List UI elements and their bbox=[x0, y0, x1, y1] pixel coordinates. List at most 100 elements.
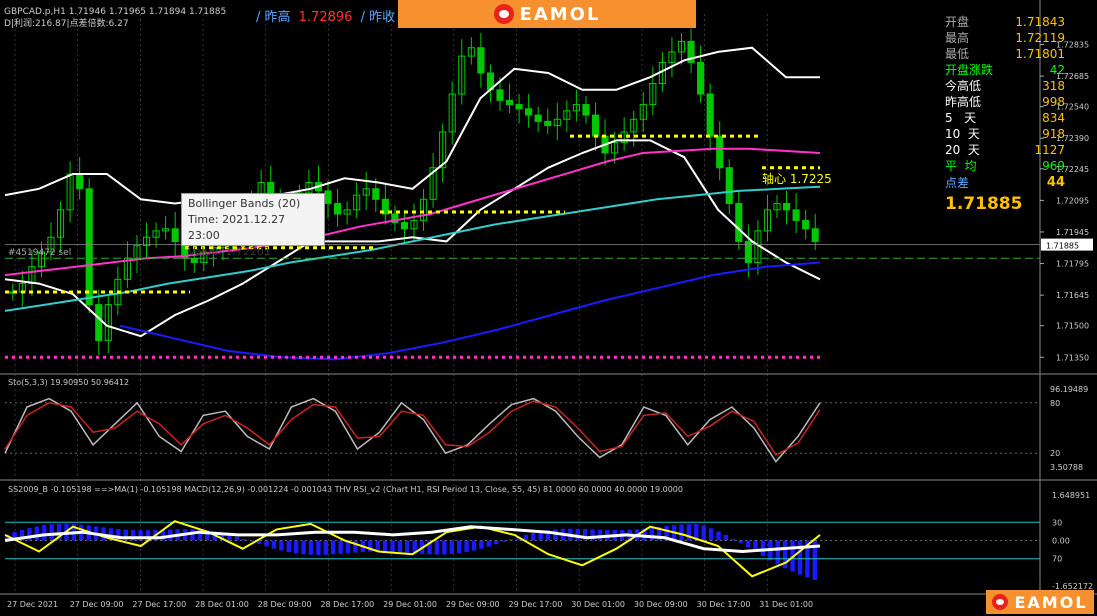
stats-panel: 开盘 1.71843 最高 1.72119 最低 1.71801 开盘涨跌 42 今高低… bbox=[945, 14, 1065, 216]
macd-histogram-bar bbox=[760, 540, 766, 557]
indicator-tick-label: 1.648951 bbox=[1052, 491, 1090, 500]
prev-high-label: / 昨高 bbox=[256, 10, 291, 25]
macd-histogram-bar bbox=[286, 540, 291, 553]
stat-label: 平 均 bbox=[945, 159, 977, 173]
stat-value: 1.71843 bbox=[1015, 15, 1065, 29]
time-tick-label: 30 Dec 01:00 bbox=[571, 600, 625, 609]
time-tick-label: 30 Dec 17:00 bbox=[697, 600, 751, 609]
macd-histogram-bar bbox=[479, 540, 484, 549]
macd-histogram-bar bbox=[271, 540, 277, 549]
candle-body bbox=[372, 188, 380, 200]
profit-line: D|利润:216.87|点差倍数:6.27 bbox=[4, 19, 129, 29]
stat-value: 42 bbox=[1049, 63, 1065, 77]
candle-body bbox=[697, 61, 705, 95]
chart-window: { "header": { "symbol_line": "GBPCAD.p,H… bbox=[0, 0, 1097, 616]
candle-body bbox=[792, 209, 800, 221]
stat-row-open: 开盘 1.71843 bbox=[945, 14, 1065, 30]
time-tick-label: 28 Dec 17:00 bbox=[320, 600, 374, 609]
bollinger-tooltip: Bollinger Bands (20) Time: 2021.12.27 23… bbox=[181, 193, 325, 258]
macd-histogram-bar bbox=[775, 540, 780, 565]
stat-row-high: 最高 1.72119 bbox=[945, 30, 1065, 46]
eamol-logo-icon bbox=[493, 4, 514, 24]
candle-body bbox=[85, 188, 93, 306]
macd-histogram-bar bbox=[34, 526, 40, 541]
macd-histogram-bar bbox=[597, 529, 603, 541]
macd-histogram-bar bbox=[486, 540, 492, 547]
time-tick-label: 30 Dec 09:00 bbox=[634, 600, 688, 609]
stat-row-open-change: 开盘涨跌 42 bbox=[945, 62, 1065, 78]
candle-body bbox=[95, 304, 103, 341]
candle-body bbox=[400, 221, 409, 230]
macd-histogram-bar bbox=[456, 540, 462, 554]
stat-row-yesterday-range: 昨高低 998 bbox=[945, 94, 1065, 110]
brand-corner-title: EAMOL bbox=[1014, 592, 1088, 612]
candle-body bbox=[802, 219, 810, 230]
stat-label: 今高低 bbox=[945, 79, 982, 93]
candle-body bbox=[324, 190, 332, 205]
macd-histogram-bar bbox=[494, 540, 499, 545]
macd-histogram-bar bbox=[331, 540, 336, 555]
brand-banner: EAMOL bbox=[398, 0, 696, 28]
price-tick-label: 1.71645 bbox=[1056, 291, 1089, 300]
candle-body bbox=[76, 173, 84, 190]
indicator-tick-label: 0.00 bbox=[1052, 536, 1070, 545]
candle-body bbox=[534, 114, 542, 122]
prev-high-value: 1.72896 bbox=[298, 10, 353, 25]
macd-histogram-bar bbox=[686, 524, 692, 541]
macd-histogram-bar bbox=[575, 528, 580, 541]
indicator-tick-label: 70 bbox=[1052, 555, 1062, 564]
price-tick-label: 1.71885 bbox=[1046, 242, 1079, 251]
macd-histogram-bar bbox=[264, 540, 269, 547]
stat-value: 1127 bbox=[1034, 143, 1065, 157]
macd-histogram-bar bbox=[701, 525, 706, 541]
macd-histogram-bar bbox=[471, 540, 477, 551]
macd-histogram-bar bbox=[353, 540, 358, 553]
macd-histogram-bar bbox=[397, 540, 403, 553]
candle-body bbox=[525, 108, 533, 116]
candle-body bbox=[544, 120, 552, 127]
stochastic-tick-label: 3.50788 bbox=[1050, 463, 1083, 472]
macd-histogram-bar bbox=[338, 540, 343, 554]
stat-row-average: 平 均 969 bbox=[945, 158, 1065, 174]
stat-label: 开盘涨跌 bbox=[945, 63, 994, 77]
candle-body bbox=[706, 93, 714, 137]
macd-histogram-bar bbox=[234, 536, 240, 541]
eamol-logo-icon bbox=[992, 594, 1009, 610]
macd-histogram-bar bbox=[316, 540, 321, 555]
time-tick-label: 29 Dec 09:00 bbox=[446, 600, 500, 609]
tooltip-title: Bollinger Bands (20) bbox=[188, 197, 301, 210]
brand-title: EAMOL bbox=[519, 3, 601, 25]
macd-histogram-bar bbox=[405, 540, 410, 553]
symbol-line: GBPCAD.p,H1 1.71946 1.71965 1.71894 1.71… bbox=[4, 7, 227, 17]
candle-body bbox=[171, 228, 179, 242]
stat-value: 1.72119 bbox=[1015, 31, 1065, 45]
price-chart[interactable]: 96.1948980203.50788 1.648951700.0030-1.6… bbox=[0, 0, 1097, 616]
price-tick-label: 1.71500 bbox=[1056, 322, 1089, 331]
pivot-label: 轴心 1.7225 bbox=[762, 172, 832, 186]
macd-histogram-bar bbox=[449, 540, 454, 555]
macd-histogram-bar bbox=[279, 540, 284, 551]
macd-histogram-bar bbox=[723, 534, 729, 541]
candle-body bbox=[716, 135, 724, 169]
indicator-label: SS2009_B -0.105198 ==>MA(1) -0.105198 MA… bbox=[8, 485, 683, 494]
macd-histogram-bar bbox=[745, 540, 751, 548]
stat-label: 最低 bbox=[945, 47, 970, 61]
time-tick-label: 27 Dec 09:00 bbox=[70, 600, 124, 609]
macd-histogram-bar bbox=[301, 540, 306, 555]
candle-body bbox=[591, 114, 600, 137]
stat-value: 318 bbox=[1042, 79, 1065, 93]
order-ticket-label[interactable]: #4519472 sel bbox=[8, 248, 71, 258]
macd-histogram-bar bbox=[464, 540, 469, 553]
candle-body bbox=[783, 203, 791, 211]
macd-histogram-bar bbox=[797, 540, 803, 575]
stochastic-tick-label: 20 bbox=[1050, 449, 1060, 458]
candle-body bbox=[477, 47, 485, 74]
prev-close-label: / 昨收 bbox=[360, 10, 396, 25]
stat-label: 最高 bbox=[945, 31, 970, 45]
stat-label: 昨高低 bbox=[945, 95, 982, 109]
tooltip-value: Value: 1.72201 bbox=[188, 245, 271, 258]
price-tick-label: 1.71350 bbox=[1056, 353, 1089, 362]
macd-histogram-bar bbox=[308, 540, 314, 555]
macd-histogram-bar bbox=[434, 540, 440, 555]
stat-value: 969 bbox=[1042, 159, 1065, 173]
